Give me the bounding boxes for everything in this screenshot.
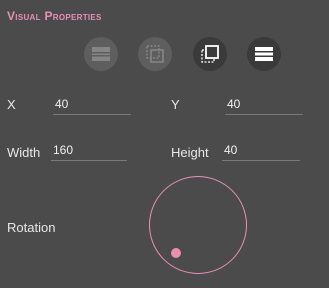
rotation-dial[interactable] bbox=[149, 176, 247, 274]
width-input[interactable] bbox=[51, 140, 127, 161]
x-input[interactable] bbox=[53, 94, 131, 115]
rotation-label: Rotation bbox=[7, 220, 56, 235]
rotation-handle[interactable] bbox=[171, 248, 181, 258]
layer-front-icon bbox=[201, 45, 219, 63]
dotted-frame-icon bbox=[146, 45, 164, 63]
toolbar bbox=[84, 37, 284, 73]
x-label: X bbox=[7, 97, 16, 112]
panel-title: Visual Properties bbox=[7, 9, 102, 23]
dotted-frame-button[interactable] bbox=[138, 37, 172, 71]
height-label: Height bbox=[171, 145, 209, 160]
align-lines-bold-icon bbox=[255, 47, 273, 61]
height-input[interactable] bbox=[222, 140, 300, 161]
align-lines-button[interactable] bbox=[84, 37, 118, 71]
align-lines-icon bbox=[92, 47, 110, 61]
visual-properties-panel: Visual Properties X 40 Y 40 Width 160 He… bbox=[0, 0, 329, 288]
y-label: Y bbox=[171, 97, 180, 112]
y-input[interactable] bbox=[225, 94, 303, 115]
width-label: Width bbox=[7, 145, 41, 160]
align-lines-bold-button[interactable] bbox=[247, 37, 281, 71]
layer-front-button[interactable] bbox=[193, 37, 227, 71]
